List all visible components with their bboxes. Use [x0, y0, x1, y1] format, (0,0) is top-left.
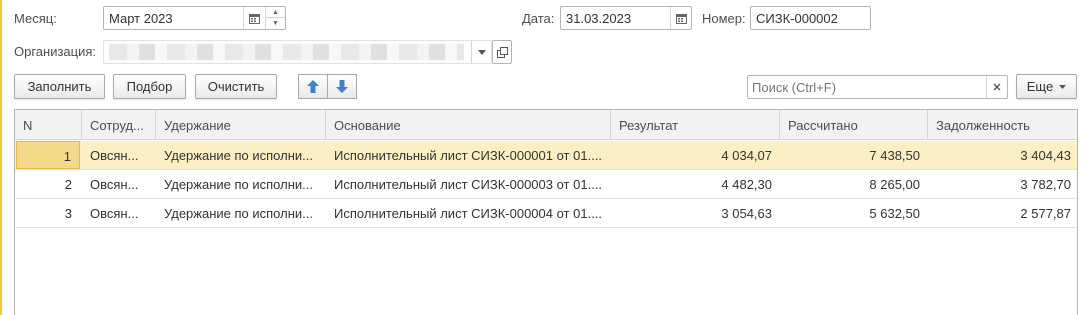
table-header: N Сотруд... Удержание Основание Результа…	[15, 110, 1077, 140]
row-basis: Исполнительный лист СИЗК-000003 от 01...…	[334, 177, 603, 192]
row-basis: Исполнительный лист СИЗК-000004 от 01...…	[334, 206, 603, 221]
fill-button[interactable]: Заполнить	[14, 74, 105, 99]
month-value: Март 2023	[109, 11, 173, 26]
month-label: Месяц:	[14, 11, 57, 26]
column-header-employee[interactable]: Сотруд...	[82, 110, 156, 140]
open-link-icon[interactable]	[492, 40, 512, 64]
column-header-debt[interactable]: Задолженность	[928, 110, 1079, 140]
table-row[interactable]: 1 Овсян... Удержание по исполни... Испол…	[15, 141, 1077, 170]
table-row[interactable]: 3 Овсян... Удержание по исполни... Испол…	[15, 199, 1077, 228]
row-debt: 3 782,70	[1020, 177, 1071, 192]
organization-field[interactable]	[103, 40, 492, 64]
row-deduction: Удержание по исполни...	[164, 148, 313, 163]
number-label: Номер:	[702, 11, 746, 26]
column-header-calculated[interactable]: Рассчитано	[780, 110, 928, 140]
row-basis: Исполнительный лист СИЗК-000001 от 01...…	[334, 148, 603, 163]
arrow-down-icon	[336, 80, 348, 93]
row-calculated: 8 265,00	[869, 177, 920, 192]
move-down-button[interactable]	[327, 74, 357, 99]
table-row[interactable]: 2 Овсян... Удержание по исполни... Испол…	[15, 170, 1077, 199]
row-debt: 2 577,87	[1020, 206, 1071, 221]
row-debt: 3 404,43	[1020, 148, 1071, 163]
chevron-down-icon	[1059, 84, 1067, 89]
column-header-deduction[interactable]: Удержание	[156, 110, 326, 140]
move-up-button[interactable]	[298, 74, 328, 99]
number-field[interactable]: СИЗК-000002	[750, 6, 871, 30]
search-field[interactable]	[747, 75, 1008, 99]
deductions-table: N Сотруд... Удержание Основание Результа…	[14, 109, 1078, 315]
form-accent-bar	[0, 0, 2, 315]
row-employee: Овсян...	[90, 177, 139, 192]
row-calculated: 5 632,50	[869, 206, 920, 221]
row-calculated: 7 438,50	[869, 148, 920, 163]
column-header-n[interactable]: N	[15, 110, 82, 140]
row-deduction: Удержание по исполни...	[164, 206, 313, 221]
date-field[interactable]: 31.03.2023	[560, 6, 692, 30]
search-input[interactable]	[750, 78, 982, 96]
pick-button[interactable]: Подбор	[113, 74, 186, 99]
row-employee: Овсян...	[90, 148, 139, 163]
arrow-up-icon	[307, 80, 319, 93]
month-field[interactable]: Март 2023 ▲ ▼	[103, 6, 286, 30]
spin-up-icon[interactable]: ▲	[266, 7, 285, 18]
row-number: 3	[64, 206, 72, 221]
row-result: 4 482,30	[721, 177, 772, 192]
more-button[interactable]: Еще	[1016, 74, 1077, 99]
row-employee: Овсян...	[90, 206, 139, 221]
column-header-result[interactable]: Результат	[611, 110, 780, 140]
calendar-icon[interactable]	[243, 7, 264, 29]
date-value: 31.03.2023	[566, 11, 632, 26]
month-spinner[interactable]: ▲ ▼	[265, 7, 285, 29]
row-deduction: Удержание по исполни...	[164, 177, 313, 192]
organization-label: Организация:	[14, 44, 97, 59]
row-number: 2	[64, 177, 72, 192]
column-header-basis[interactable]: Основание	[326, 110, 611, 140]
spin-down-icon[interactable]: ▼	[266, 18, 285, 29]
number-value: СИЗК-000002	[756, 11, 838, 26]
row-result: 4 034,07	[721, 148, 772, 163]
close-icon[interactable]	[986, 76, 1007, 98]
organization-value-redacted	[109, 44, 464, 60]
row-result: 3 054,63	[721, 206, 772, 221]
more-label: Еще	[1026, 79, 1054, 94]
date-label: Дата:	[522, 11, 555, 26]
clear-button[interactable]: Очистить	[195, 74, 277, 99]
calendar-icon[interactable]	[670, 7, 691, 29]
row-number: 1	[16, 141, 80, 169]
chevron-down-icon[interactable]	[471, 41, 491, 63]
